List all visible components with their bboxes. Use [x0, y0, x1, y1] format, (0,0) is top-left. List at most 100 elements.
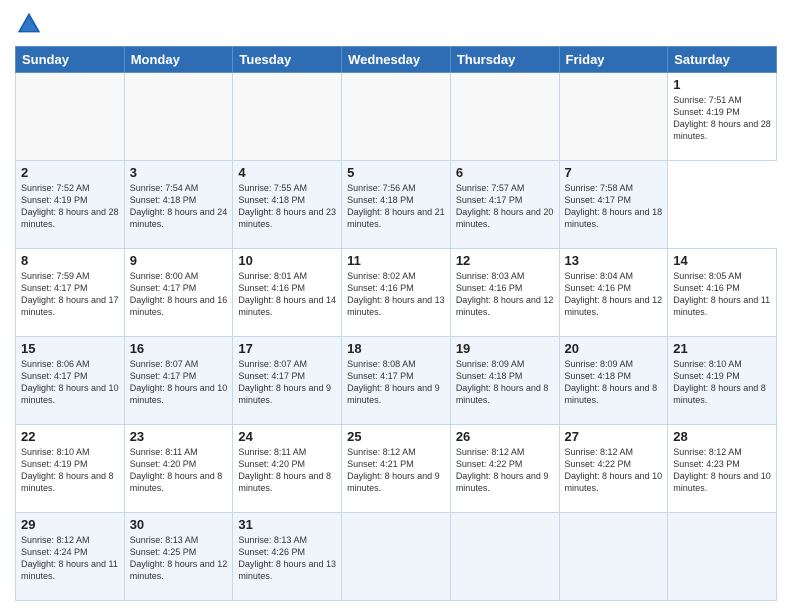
- calendar-cell: 25Sunrise: 8:12 AMSunset: 4:21 PMDayligh…: [342, 425, 451, 513]
- calendar-header-saturday: Saturday: [668, 47, 777, 73]
- day-number: 17: [238, 341, 336, 356]
- day-number: 14: [673, 253, 771, 268]
- day-number: 3: [130, 165, 228, 180]
- calendar-cell: 7Sunrise: 7:58 AMSunset: 4:17 PMDaylight…: [559, 161, 668, 249]
- day-number: 10: [238, 253, 336, 268]
- calendar-header-wednesday: Wednesday: [342, 47, 451, 73]
- day-number: 12: [456, 253, 554, 268]
- cell-content: Sunrise: 7:54 AMSunset: 4:18 PMDaylight:…: [130, 182, 228, 231]
- day-number: 8: [21, 253, 119, 268]
- calendar-header-friday: Friday: [559, 47, 668, 73]
- day-number: 6: [456, 165, 554, 180]
- cell-content: Sunrise: 8:08 AMSunset: 4:17 PMDaylight:…: [347, 358, 445, 407]
- calendar-cell: 9Sunrise: 8:00 AMSunset: 4:17 PMDaylight…: [124, 249, 233, 337]
- day-number: 30: [130, 517, 228, 532]
- calendar-week-row: 1 Sunrise: 7:51 AMSunset: 4:19 PMDaylight…: [16, 73, 777, 161]
- day-number: 18: [347, 341, 445, 356]
- day-number: 26: [456, 429, 554, 444]
- calendar-header-thursday: Thursday: [450, 47, 559, 73]
- cell-content: Sunrise: 8:01 AMSunset: 4:16 PMDaylight:…: [238, 270, 336, 319]
- day-number: 21: [673, 341, 771, 356]
- cell-content: Sunrise: 8:02 AMSunset: 4:16 PMDaylight:…: [347, 270, 445, 319]
- cell-content: Sunrise: 7:58 AMSunset: 4:17 PMDaylight:…: [565, 182, 663, 231]
- day-number: 9: [130, 253, 228, 268]
- cell-content: Sunrise: 8:09 AMSunset: 4:18 PMDaylight:…: [456, 358, 554, 407]
- calendar-cell: 16Sunrise: 8:07 AMSunset: 4:17 PMDayligh…: [124, 337, 233, 425]
- calendar-week-row: 8 Sunrise: 7:59 AMSunset: 4:17 PMDaylight…: [16, 249, 777, 337]
- calendar-cell: [668, 513, 777, 601]
- calendar-cell: 3 Sunrise: 7:54 AMSunset: 4:18 PMDaylight…: [124, 161, 233, 249]
- cell-content: Sunrise: 8:03 AMSunset: 4:16 PMDaylight:…: [456, 270, 554, 319]
- calendar-cell: [559, 513, 668, 601]
- calendar-cell: 6Sunrise: 7:57 AMSunset: 4:17 PMDaylight…: [450, 161, 559, 249]
- day-number: 2: [21, 165, 119, 180]
- calendar-cell: 27 Sunrise: 8:12 AMSunset: 4:22 PMDayligh…: [559, 425, 668, 513]
- calendar-cell: 11 Sunrise: 8:02 AMSunset: 4:16 PMDayligh…: [342, 249, 451, 337]
- cell-content: Sunrise: 8:09 AMSunset: 4:18 PMDaylight:…: [565, 358, 663, 407]
- day-number: 22: [21, 429, 119, 444]
- page-header: [15, 10, 777, 38]
- day-number: 23: [130, 429, 228, 444]
- calendar-cell: 31Sunrise: 8:13 AMSunset: 4:26 PMDayligh…: [233, 513, 342, 601]
- cell-content: Sunrise: 8:12 AMSunset: 4:22 PMDaylight:…: [565, 446, 663, 495]
- calendar-cell-empty: [450, 73, 559, 161]
- calendar-cell: 30 Sunrise: 8:13 AMSunset: 4:25 PMDayligh…: [124, 513, 233, 601]
- calendar-cell: 29 Sunrise: 8:12 AMSunset: 4:24 PMDayligh…: [16, 513, 125, 601]
- day-number: 29: [21, 517, 119, 532]
- cell-content: Sunrise: 8:11 AMSunset: 4:20 PMDaylight:…: [130, 446, 228, 495]
- day-number: 4: [238, 165, 336, 180]
- day-number: 19: [456, 341, 554, 356]
- calendar-header-tuesday: Tuesday: [233, 47, 342, 73]
- calendar-header-sunday: Sunday: [16, 47, 125, 73]
- calendar-header-row: SundayMondayTuesdayWednesdayThursdayFrid…: [16, 47, 777, 73]
- calendar-week-row: 15Sunrise: 8:06 AMSunset: 4:17 PMDayligh…: [16, 337, 777, 425]
- cell-content: Sunrise: 7:52 AMSunset: 4:19 PMDaylight:…: [21, 182, 119, 231]
- cell-content: Sunrise: 8:13 AMSunset: 4:25 PMDaylight:…: [130, 534, 228, 583]
- day-number: 31: [238, 517, 336, 532]
- calendar-cell: 13 Sunrise: 8:04 AMSunset: 4:16 PMDayligh…: [559, 249, 668, 337]
- day-number: 11: [347, 253, 445, 268]
- calendar-cell: 14 Sunrise: 8:05 AMSunset: 4:16 PMDayligh…: [668, 249, 777, 337]
- calendar-week-row: 29 Sunrise: 8:12 AMSunset: 4:24 PMDayligh…: [16, 513, 777, 601]
- calendar-cell-empty: [233, 73, 342, 161]
- calendar-table: SundayMondayTuesdayWednesdayThursdayFrid…: [15, 46, 777, 601]
- day-number: 24: [238, 429, 336, 444]
- calendar-cell: 4 Sunrise: 7:55 AMSunset: 4:18 PMDaylight…: [233, 161, 342, 249]
- calendar-cell-empty: [124, 73, 233, 161]
- cell-content: Sunrise: 8:05 AMSunset: 4:16 PMDaylight:…: [673, 270, 771, 319]
- calendar-cell: 22 Sunrise: 8:10 AMSunset: 4:19 PMDayligh…: [16, 425, 125, 513]
- cell-content: Sunrise: 7:55 AMSunset: 4:18 PMDaylight:…: [238, 182, 336, 231]
- calendar-cell: 5 Sunrise: 7:56 AMSunset: 4:18 PMDaylight…: [342, 161, 451, 249]
- calendar-cell: 10 Sunrise: 8:01 AMSunset: 4:16 PMDayligh…: [233, 249, 342, 337]
- day-number: 15: [21, 341, 119, 356]
- cell-content: Sunrise: 8:10 AMSunset: 4:19 PMDaylight:…: [21, 446, 119, 495]
- calendar-cell: 17Sunrise: 8:07 AMSunset: 4:17 PMDayligh…: [233, 337, 342, 425]
- calendar-cell: 18 Sunrise: 8:08 AMSunset: 4:17 PMDayligh…: [342, 337, 451, 425]
- calendar-cell: 21 Sunrise: 8:10 AMSunset: 4:19 PMDayligh…: [668, 337, 777, 425]
- calendar-cell: 20Sunrise: 8:09 AMSunset: 4:18 PMDayligh…: [559, 337, 668, 425]
- day-number: 16: [130, 341, 228, 356]
- logo-icon: [15, 10, 43, 38]
- calendar-cell-empty: [342, 73, 451, 161]
- calendar-cell: 2 Sunrise: 7:52 AMSunset: 4:19 PMDaylight…: [16, 161, 125, 249]
- day-number: 1: [673, 77, 771, 92]
- day-number: 5: [347, 165, 445, 180]
- cell-content: Sunrise: 8:04 AMSunset: 4:16 PMDaylight:…: [565, 270, 663, 319]
- calendar-cell: 28Sunrise: 8:12 AMSunset: 4:23 PMDayligh…: [668, 425, 777, 513]
- cell-content: Sunrise: 8:12 AMSunset: 4:22 PMDaylight:…: [456, 446, 554, 495]
- cell-content: Sunrise: 7:59 AMSunset: 4:17 PMDaylight:…: [21, 270, 119, 319]
- cell-content: Sunrise: 8:12 AMSunset: 4:24 PMDaylight:…: [21, 534, 119, 583]
- day-number: 27: [565, 429, 663, 444]
- calendar-cell-empty: [16, 73, 125, 161]
- cell-content: Sunrise: 7:56 AMSunset: 4:18 PMDaylight:…: [347, 182, 445, 231]
- calendar-cell: 26 Sunrise: 8:12 AMSunset: 4:22 PMDayligh…: [450, 425, 559, 513]
- day-number: 28: [673, 429, 771, 444]
- cell-content: Sunrise: 8:12 AMSunset: 4:21 PMDaylight:…: [347, 446, 445, 495]
- logo: [15, 10, 47, 38]
- calendar-cell: [450, 513, 559, 601]
- cell-content: Sunrise: 8:10 AMSunset: 4:19 PMDaylight:…: [673, 358, 771, 407]
- calendar-cell: 8 Sunrise: 7:59 AMSunset: 4:17 PMDaylight…: [16, 249, 125, 337]
- cell-content: Sunrise: 7:51 AMSunset: 4:19 PMDaylight:…: [673, 94, 771, 143]
- day-number: 13: [565, 253, 663, 268]
- cell-content: Sunrise: 8:11 AMSunset: 4:20 PMDaylight:…: [238, 446, 336, 495]
